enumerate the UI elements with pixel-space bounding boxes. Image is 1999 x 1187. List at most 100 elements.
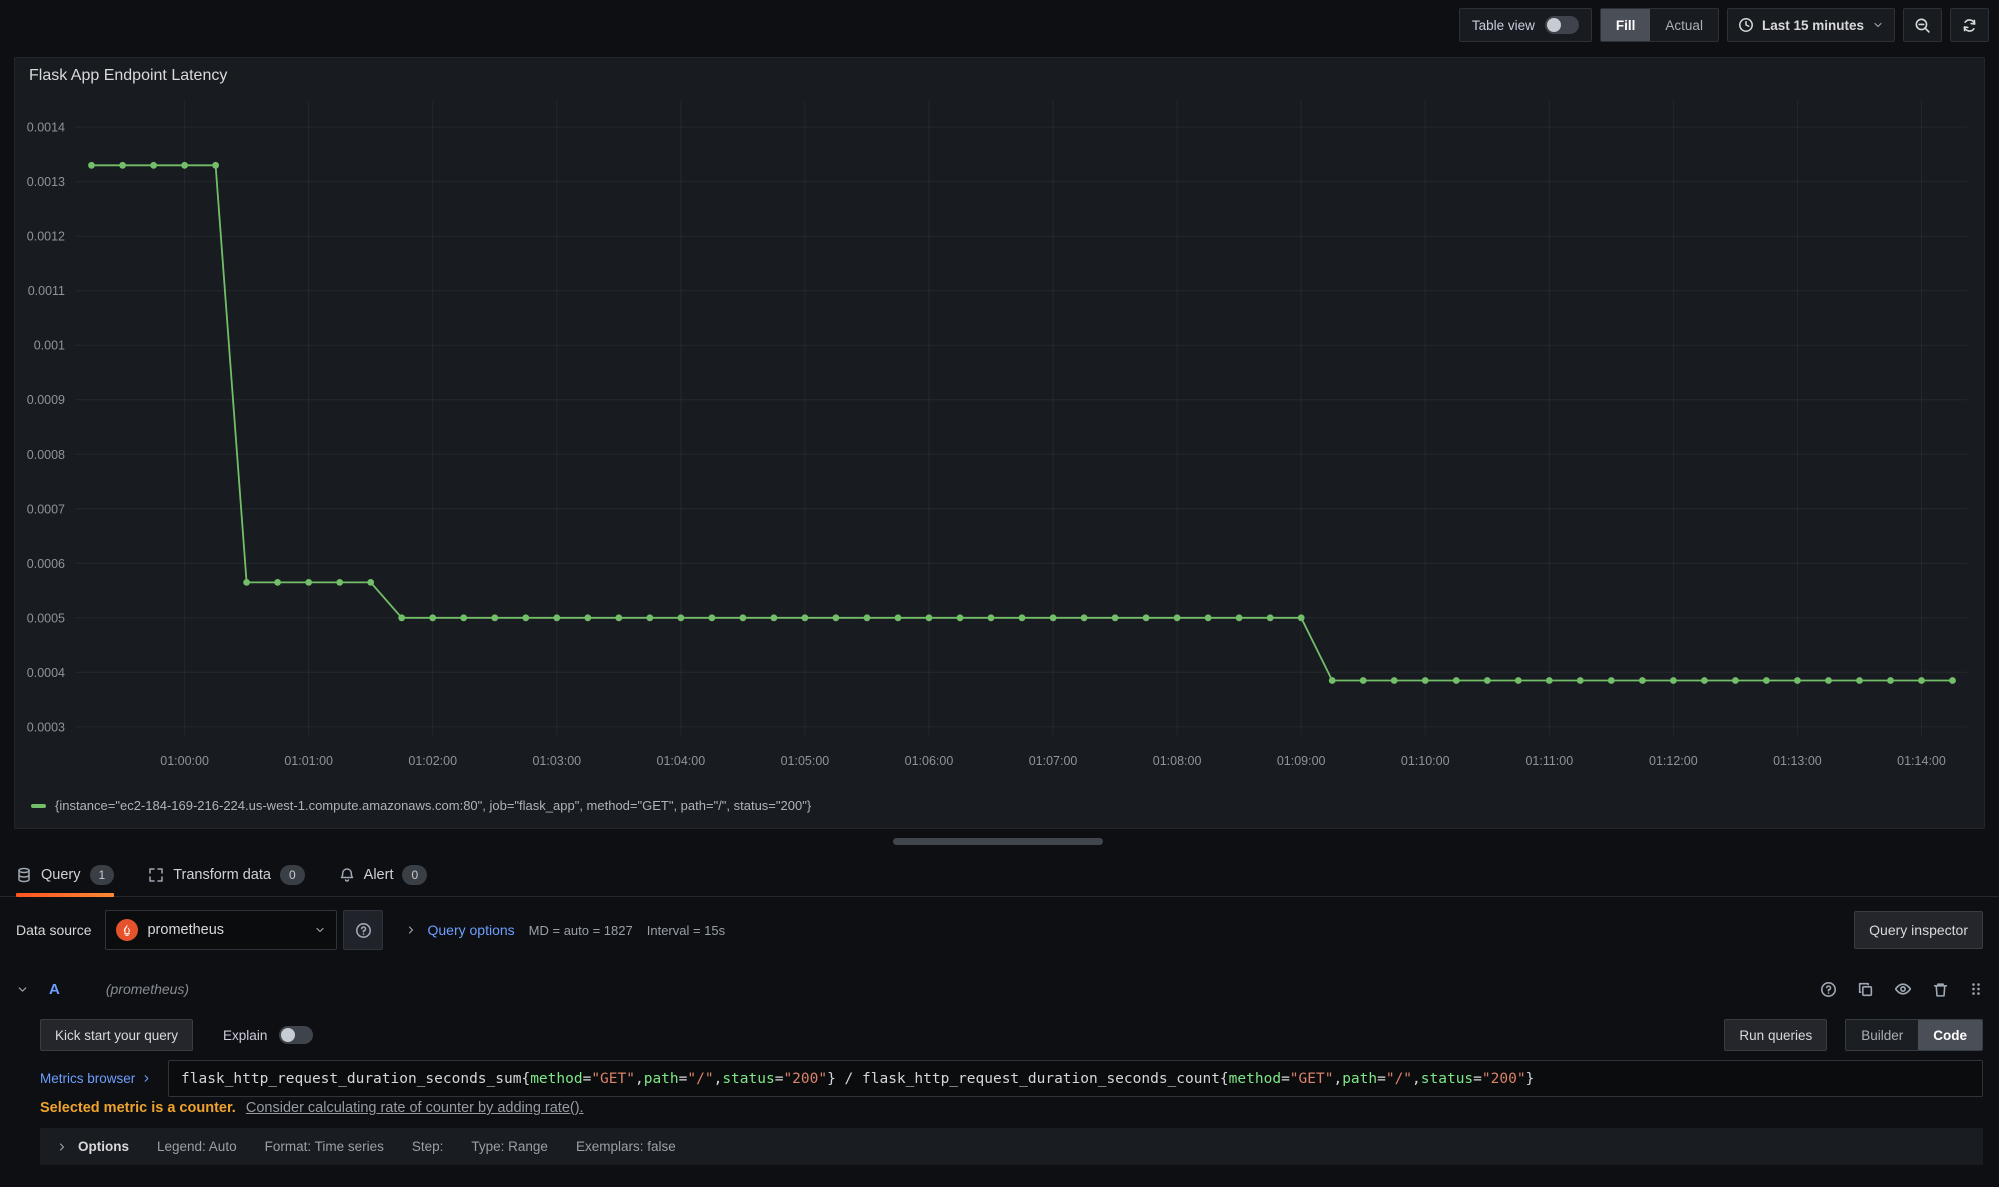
pane-resize-handle[interactable] (893, 838, 1103, 845)
builder-button[interactable]: Builder (1846, 1020, 1918, 1050)
counter-warning: Selected metric is a counter. Consider c… (40, 1100, 584, 1116)
table-view-switch-knob (1547, 18, 1561, 32)
datasource-label: Data source (16, 922, 91, 938)
svg-text:01:10:00: 01:10:00 (1401, 754, 1450, 768)
edit-pane-tabs: Query 1 Transform data 0 Alert 0 (0, 853, 1999, 897)
svg-text:0.001: 0.001 (34, 339, 65, 353)
query-options-label[interactable]: Query options (427, 922, 514, 938)
svg-text:01:14:00: 01:14:00 (1897, 754, 1946, 768)
tab-query[interactable]: Query 1 (16, 853, 114, 896)
promql-editor-row: Metrics browser flask_http_request_durat… (40, 1060, 1983, 1097)
tab-transform-badge: 0 (280, 865, 305, 885)
svg-text:01:12:00: 01:12:00 (1649, 754, 1698, 768)
refresh-button[interactable] (1950, 8, 1989, 42)
bell-icon (339, 867, 355, 883)
zoom-out-button[interactable] (1903, 8, 1942, 42)
database-icon (16, 867, 32, 883)
query-row-header: A (prometheus) (16, 970, 1983, 1008)
time-range-label: Last 15 minutes (1762, 18, 1864, 33)
svg-text:01:06:00: 01:06:00 (905, 754, 954, 768)
chevron-down-icon (1872, 19, 1884, 31)
svg-text:0.0007: 0.0007 (27, 502, 65, 516)
promql-query-text: flask_http_request_duration_seconds_sum{… (181, 1071, 1534, 1087)
svg-text:01:00:00: 01:00:00 (160, 754, 209, 768)
chevron-right-icon (405, 924, 417, 936)
tab-transform-data[interactable]: Transform data 0 (148, 853, 304, 896)
svg-text:0.0011: 0.0011 (28, 284, 65, 298)
svg-text:0.0004: 0.0004 (27, 666, 65, 680)
kick-start-query-button[interactable]: Kick start your query (40, 1019, 193, 1051)
counter-warning-text: Selected metric is a counter. (40, 1100, 236, 1116)
svg-text:0.0003: 0.0003 (27, 720, 65, 734)
tab-alert[interactable]: Alert 0 (339, 853, 428, 896)
drag-handle-icon[interactable] (1969, 981, 1983, 997)
help-circle-icon[interactable] (1820, 981, 1837, 998)
fill-button[interactable]: Fill (1601, 9, 1651, 41)
table-view-switch[interactable] (1545, 16, 1579, 34)
table-view-group: Table view (1459, 8, 1592, 42)
svg-text:01:05:00: 01:05:00 (781, 754, 830, 768)
transform-icon (148, 867, 164, 883)
timeseries-panel: Flask App Endpoint Latency 0.00030.00040… (14, 57, 1985, 829)
query-ref-id[interactable]: A (49, 981, 60, 998)
datasource-value: prometheus (147, 922, 224, 938)
svg-text:01:03:00: 01:03:00 (532, 754, 581, 768)
promql-input[interactable]: flask_http_request_duration_seconds_sum{… (168, 1060, 1983, 1097)
svg-text:0.0005: 0.0005 (27, 611, 65, 625)
svg-text:0.0006: 0.0006 (27, 557, 65, 571)
query-options[interactable]: Query options (405, 922, 514, 938)
query-options-interval: Interval = 15s (647, 923, 725, 938)
query-inspector-button[interactable]: Query inspector (1854, 911, 1983, 949)
svg-text:01:07:00: 01:07:00 (1029, 754, 1078, 768)
svg-text:01:13:00: 01:13:00 (1773, 754, 1822, 768)
metrics-browser-toggle[interactable]: Metrics browser (40, 1071, 168, 1086)
datasource-picker[interactable]: prometheus (105, 910, 337, 950)
code-button[interactable]: Code (1918, 1020, 1982, 1050)
query-options-row: Options Legend: Auto Format: Time series… (40, 1128, 1983, 1165)
question-circle-icon (355, 922, 372, 939)
actual-button[interactable]: Actual (1650, 9, 1718, 41)
svg-text:0.0009: 0.0009 (27, 393, 65, 407)
option-type: Type: Range (471, 1139, 548, 1154)
panel-toolbar: Table view Fill Actual Last 15 minutes (0, 0, 1999, 50)
prometheus-icon (116, 919, 138, 941)
legend-series-label[interactable]: {instance="ec2-184-169-216-224.us-west-1… (55, 798, 811, 813)
clock-icon (1738, 17, 1754, 33)
option-format: Format: Time series (265, 1139, 384, 1154)
trash-icon[interactable] (1932, 981, 1949, 998)
explain-label: Explain (223, 1028, 267, 1043)
eye-icon[interactable] (1894, 980, 1912, 998)
tab-alert-badge: 0 (402, 865, 427, 885)
svg-text:0.0012: 0.0012 (27, 230, 65, 244)
svg-text:01:02:00: 01:02:00 (408, 754, 457, 768)
duplicate-icon[interactable] (1857, 981, 1874, 998)
options-toggle[interactable]: Options (56, 1139, 129, 1154)
explain-switch[interactable] (279, 1026, 313, 1044)
query-row-actions (1820, 980, 1983, 998)
svg-text:01:09:00: 01:09:00 (1277, 754, 1326, 768)
svg-text:01:08:00: 01:08:00 (1153, 754, 1202, 768)
tab-transform-label: Transform data (173, 867, 271, 883)
tab-alert-label: Alert (364, 867, 394, 883)
table-view-label: Table view (1472, 18, 1535, 33)
chevron-right-icon (141, 1073, 152, 1084)
add-rate-link[interactable]: Consider calculating rate of counter by … (246, 1100, 584, 1116)
collapse-chevron-icon[interactable] (16, 983, 29, 996)
svg-text:0.0008: 0.0008 (27, 448, 65, 462)
svg-text:01:04:00: 01:04:00 (657, 754, 706, 768)
time-range-picker[interactable]: Last 15 minutes (1727, 8, 1895, 42)
fill-actual-segmented: Fill Actual (1600, 8, 1719, 42)
svg-text:01:11:00: 01:11:00 (1525, 754, 1573, 768)
chevron-right-icon (56, 1141, 68, 1153)
datasource-help-button[interactable] (343, 910, 383, 950)
query-options-md: MD = auto = 1827 (529, 923, 633, 938)
query-toolbar-right: Run queries Builder Code (1724, 1019, 1983, 1051)
option-step: Step: (412, 1139, 444, 1154)
run-queries-button[interactable]: Run queries (1724, 1019, 1827, 1051)
legend: {instance="ec2-184-169-216-224.us-west-1… (15, 797, 1984, 813)
chevron-down-icon (314, 924, 326, 936)
legend-series-color (31, 804, 46, 808)
tab-query-badge: 1 (90, 865, 115, 885)
svg-text:01:01:00: 01:01:00 (284, 754, 333, 768)
timeseries-chart[interactable]: 0.0003 0.0004 0.0005 0.0006 0.0007 0.0008 0.00… (19, 89, 1982, 797)
